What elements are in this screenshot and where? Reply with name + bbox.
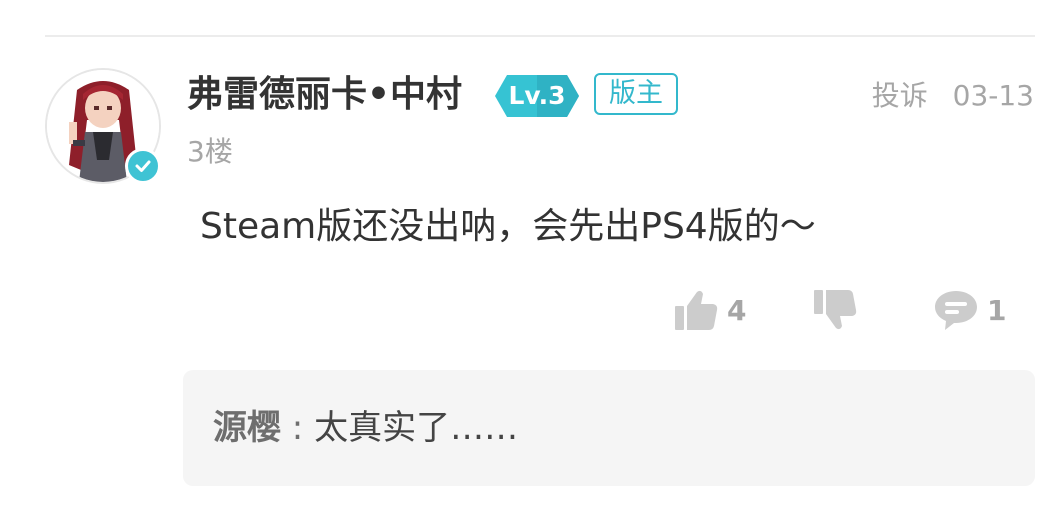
comment-bubble-icon (935, 291, 977, 330)
username[interactable]: 弗雷德丽卡•中村 (187, 72, 462, 118)
comment-count: 1 (987, 293, 1007, 327)
verified-check-icon (125, 148, 161, 184)
floor-label: 3楼 (187, 135, 233, 168)
role-badge: 版主 (594, 73, 678, 115)
reply-separator: : (281, 408, 315, 448)
reply-author[interactable]: 源樱 (213, 408, 281, 448)
thumbs-up-icon (675, 290, 718, 330)
comment-button[interactable]: 1 (933, 286, 1006, 334)
top-divider (45, 35, 1035, 37)
like-count: 4 (727, 293, 747, 327)
reply-preview[interactable]: 源樱 : 太真实了…… (183, 370, 1035, 486)
thumbs-down-icon (814, 290, 857, 330)
report-link[interactable]: 投诉 (872, 79, 928, 112)
post-meta: 投诉 03-13 (872, 78, 1034, 114)
post-content: Steam版还没出呐，会先出PS4版的～ (200, 206, 816, 247)
like-button[interactable]: 4 (673, 286, 746, 334)
level-badge: Lv.3 (495, 75, 579, 117)
level-badge-label: Lv.3 (508, 81, 566, 110)
post-date: 03-13 (952, 79, 1034, 112)
reply-line: 源樱 : 太真实了…… (213, 406, 518, 450)
reply-text: 太真实了…… (314, 408, 519, 448)
dislike-button[interactable] (812, 286, 858, 334)
